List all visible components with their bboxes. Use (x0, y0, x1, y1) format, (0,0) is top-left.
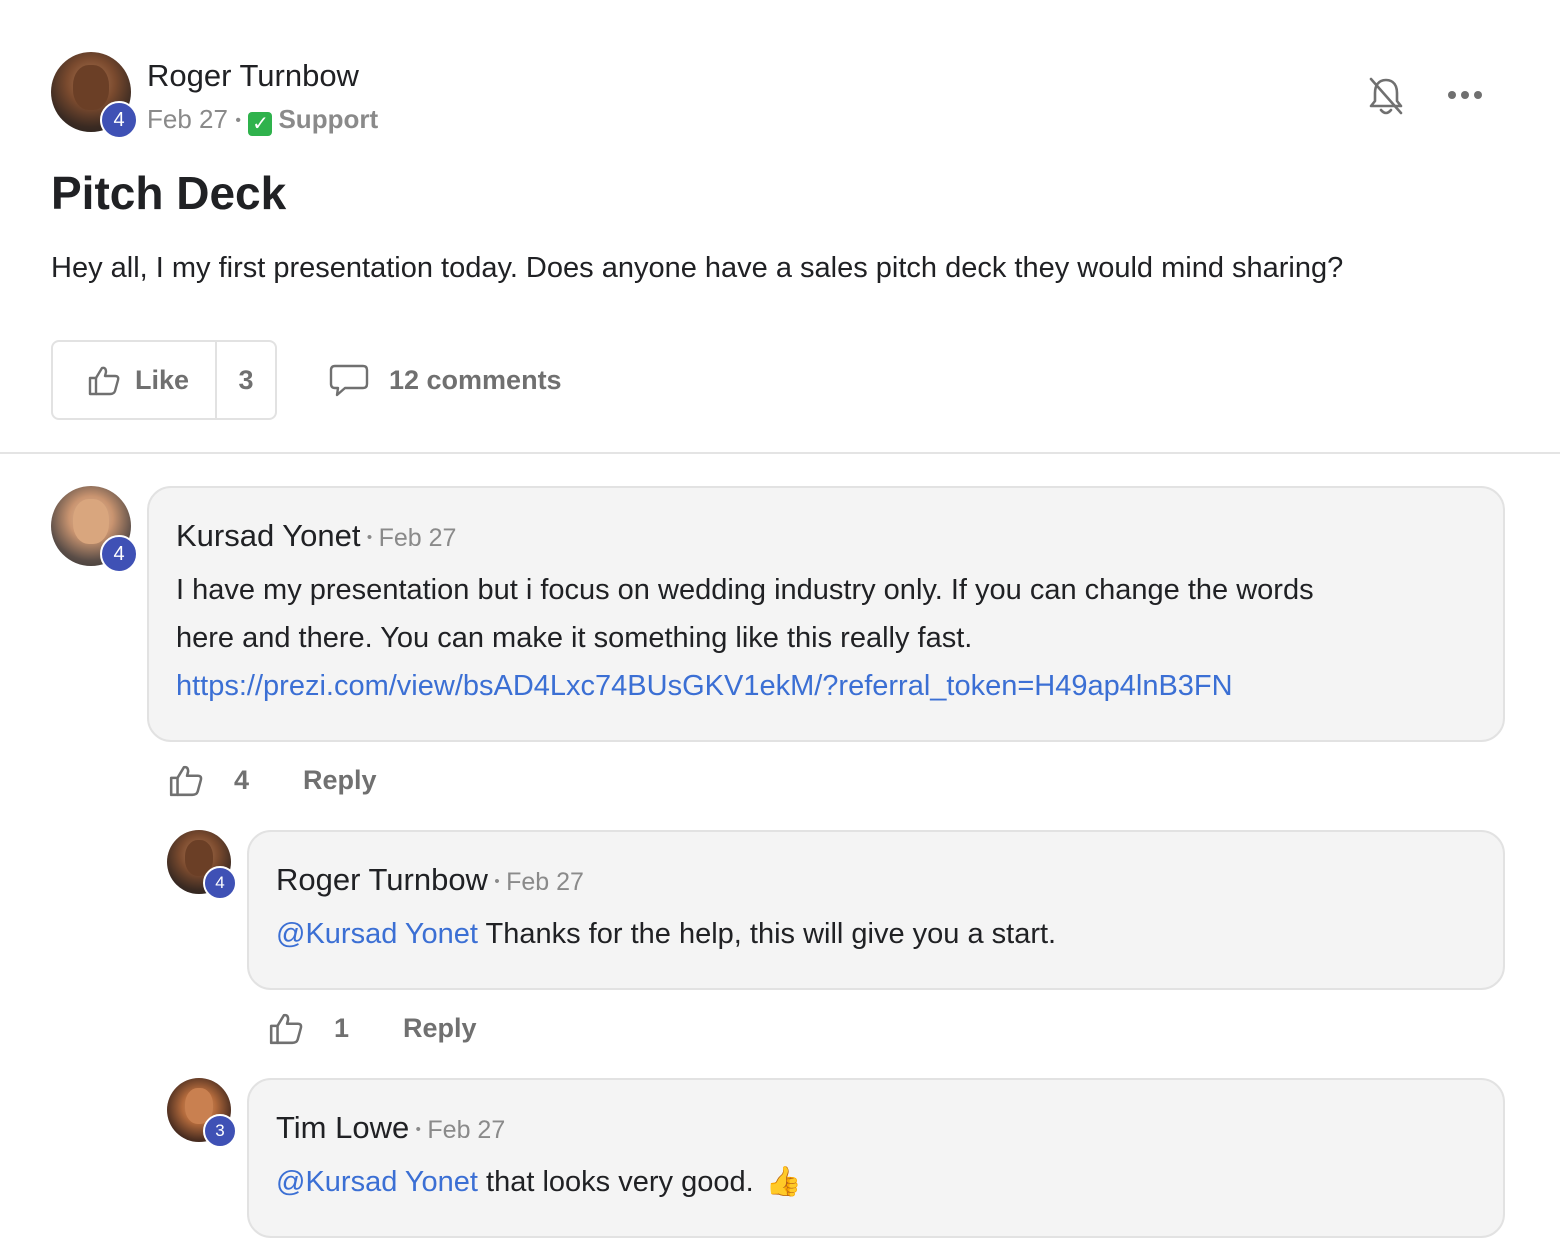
like-label: Like (135, 364, 190, 395)
comment-icon (329, 364, 369, 397)
reply-avatar[interactable]: 4 (167, 830, 237, 900)
meta-separator: • (494, 873, 500, 890)
reply-bubble: Roger Turnbow • Feb 27 @Kursad Yonet Tha… (247, 830, 1505, 990)
comments-count-label: 12 comments (389, 364, 562, 395)
author-avatar[interactable]: 4 (51, 52, 138, 139)
comment-bubble: Kursad Yonet • Feb 27 I have my presenta… (147, 486, 1505, 742)
reply-date: Feb 27 (506, 868, 584, 896)
comment-date: Feb 27 (378, 524, 457, 552)
comment-author[interactable]: Kursad Yonet (176, 518, 360, 553)
meta-separator: • (415, 1121, 421, 1138)
like-count-value: 3 (238, 364, 254, 395)
mention-link[interactable]: @Kursad Yonet (276, 918, 478, 950)
commenter-avatar[interactable]: 4 (51, 486, 138, 573)
level-badge: 4 (100, 101, 138, 139)
reply-author[interactable]: Roger Turnbow (276, 862, 488, 897)
like-count[interactable]: 3 (217, 342, 275, 418)
comment-text-line: here and there. You can make it somethin… (176, 622, 973, 654)
comment-like-count: 4 (234, 764, 250, 795)
reply-button[interactable]: Reply (303, 765, 377, 796)
reply-avatar[interactable]: 3 (167, 1078, 237, 1148)
thumbs-up-icon[interactable] (268, 1010, 304, 1046)
post-title: Pitch Deck (51, 167, 287, 219)
author-name[interactable]: Roger Turnbow (147, 58, 359, 94)
avatar-photo (73, 64, 109, 110)
reply-body: Thanks for the help, this will give you … (477, 918, 1057, 950)
reply-header: Roger Turnbow • Feb 27 (276, 862, 584, 898)
reply-text: @Kursad Yonet Thanks for the help, this … (276, 910, 1056, 958)
post-meta: Feb 27 • ✓ Support (147, 104, 378, 136)
post-date: Feb 27 (147, 104, 228, 134)
comment-header: Kursad Yonet • Feb 27 (176, 518, 456, 554)
reply-bubble: Tim Lowe • Feb 27 @Kursad Yonet that loo… (247, 1078, 1505, 1238)
like-button[interactable]: Like (53, 342, 217, 418)
bell-off-icon[interactable] (1366, 74, 1406, 118)
post-body: Hey all, I my first presentation today. … (51, 252, 1344, 284)
avatar-photo (73, 498, 109, 544)
meta-separator: • (366, 529, 373, 546)
thumbs-up-icon (88, 366, 120, 396)
comment-text-line: I have my presentation but i focus on we… (176, 574, 1314, 606)
reply-header: Tim Lowe • Feb 27 (276, 1110, 505, 1146)
more-horizontal-icon[interactable] (1446, 88, 1484, 102)
category-link[interactable]: ✓ Support (248, 104, 378, 136)
category-label: Support (278, 104, 379, 134)
section-divider (0, 452, 1560, 454)
reply-like-count: 1 (334, 1012, 350, 1043)
comment-text: I have my presentation but i focus on we… (176, 566, 1314, 710)
reply-button[interactable]: Reply (403, 1013, 477, 1044)
check-mark-icon: ✓ (248, 112, 273, 136)
reply-author[interactable]: Tim Lowe (276, 1110, 409, 1145)
level-badge: 4 (100, 535, 138, 573)
comment-actions: 4 Reply (168, 762, 377, 798)
reply-date: Feb 27 (427, 1116, 506, 1144)
thumbs-up-icon[interactable] (168, 762, 204, 798)
reply-text: @Kursad Yonet that looks very good. 👍 (276, 1158, 802, 1206)
reply-actions: 1 Reply (268, 1010, 477, 1046)
level-badge: 3 (203, 1114, 237, 1148)
like-button-group[interactable]: Like 3 (51, 340, 277, 420)
thumbs-up-emoji: 👍 (765, 1166, 802, 1198)
level-badge: 4 (203, 866, 237, 900)
comment-link[interactable]: https://prezi.com/view/bsAD4Lxc74BUsGKV1… (176, 662, 1314, 710)
meta-separator: • (235, 112, 242, 129)
comments-button[interactable]: 12 comments (329, 362, 562, 398)
mention-link[interactable]: @Kursad Yonet (276, 1166, 478, 1198)
reply-body: that looks very good. (477, 1166, 754, 1198)
